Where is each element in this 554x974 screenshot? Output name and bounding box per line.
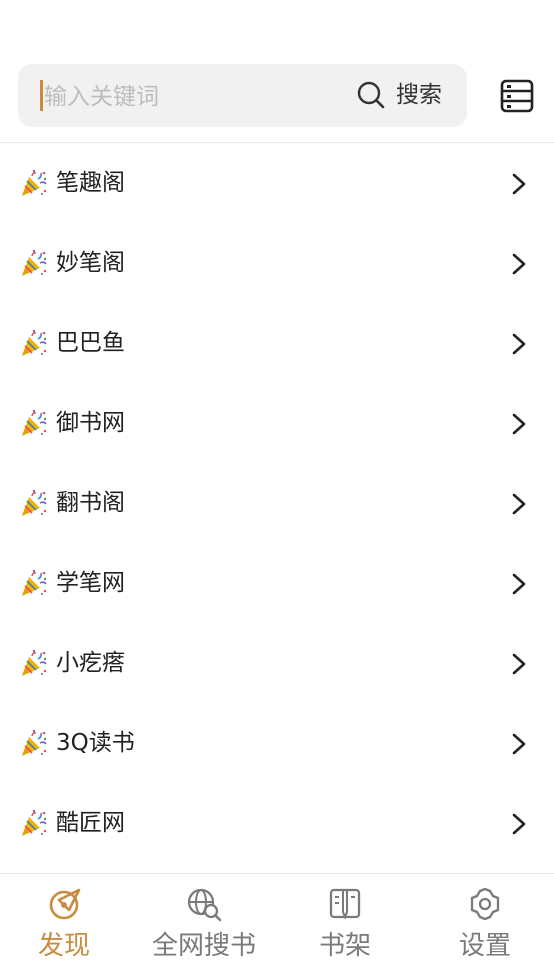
list-item[interactable]: 翻书阁 [0,463,554,543]
list-item-label: 小疙瘩 [56,650,125,676]
search-icon[interactable] [357,81,385,109]
tab-label: 设置 [458,931,511,961]
search-input[interactable] [42,78,346,116]
tab-label: 发现 [37,931,90,961]
bottom-tab-bar: 发现 全网搜书 书架 设置 [0,873,554,974]
list-item[interactable]: 小疙瘩 [0,623,554,703]
list-item[interactable]: 3Q读书 [0,703,554,783]
chevron-right-icon [512,813,526,835]
party-popper-icon [22,409,47,436]
party-popper-icon [22,249,47,276]
globe-search-icon [187,888,222,922]
party-popper-icon [22,329,47,356]
party-popper-icon [22,169,47,196]
list-item-label: 巴巴鱼 [56,330,125,356]
chevron-right-icon [512,173,526,195]
list-item-label: 笔趣阁 [56,170,125,196]
chevron-right-icon [512,413,526,435]
tab-discover[interactable]: 发现 [0,874,133,974]
list-item[interactable]: 笔趣阁 [0,143,554,223]
chevron-right-icon [512,333,526,355]
list-item-label: 妙笔阁 [56,250,125,276]
list-item-label: 御书网 [56,410,125,436]
gear-icon [470,887,500,921]
list-item-label: 3Q读书 [56,730,135,756]
tab-label: 全网搜书 [151,931,256,961]
tab-global-search[interactable]: 全网搜书 [135,874,273,974]
book-icon [329,888,361,920]
tab-settings[interactable]: 设置 [416,874,554,974]
compass-icon [49,888,81,920]
party-popper-icon [22,809,47,836]
party-popper-icon [22,729,47,756]
party-popper-icon [22,489,47,516]
chevron-right-icon [512,733,526,755]
list-item[interactable]: 御书网 [0,383,554,463]
chevron-right-icon [512,653,526,675]
chevron-right-icon [512,493,526,515]
chevron-right-icon [512,573,526,595]
list-item-label: 酷匠网 [56,810,125,836]
list-item[interactable]: 妙笔阁 [0,223,554,303]
list-item-label: 翻书阁 [56,490,125,516]
search-bar[interactable]: 搜索 [18,64,467,127]
chevron-right-icon [512,253,526,275]
source-list: 笔趣阁 妙笔阁 巴巴鱼 御书网 翻书阁 学笔网 小疙瘩 3Q读书 酷匠网 [0,143,554,873]
list-item[interactable]: 学笔网 [0,543,554,623]
party-popper-icon [22,649,47,676]
list-item-label: 学笔网 [56,570,125,596]
search-button[interactable]: 搜索 [396,79,442,111]
list-icon[interactable] [500,79,534,113]
tab-label: 书架 [318,931,371,961]
top-bar: 搜索 [0,0,554,143]
party-popper-icon [22,569,47,596]
tab-bookshelf[interactable]: 书架 [276,874,414,974]
list-item[interactable]: 巴巴鱼 [0,303,554,383]
list-item[interactable]: 酷匠网 [0,783,554,863]
